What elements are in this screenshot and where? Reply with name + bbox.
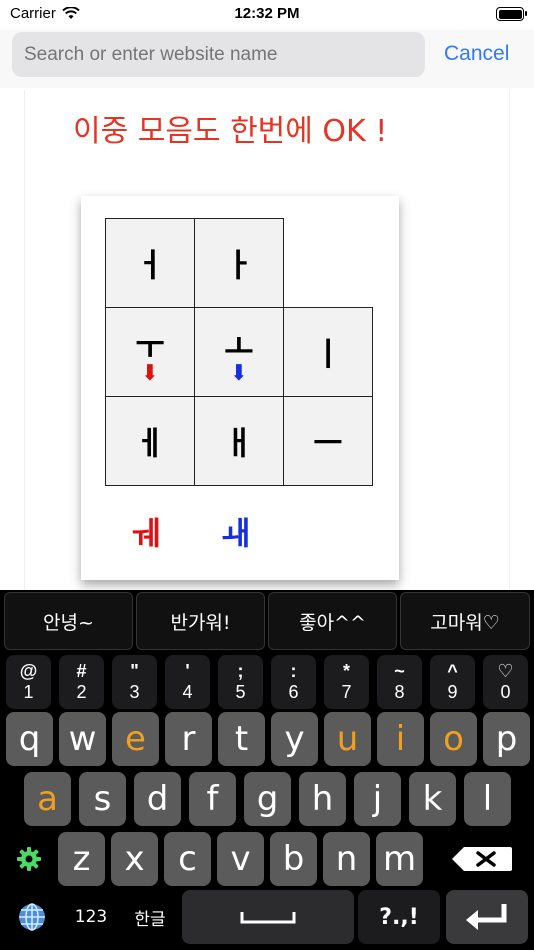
key-t[interactable]: t — [218, 712, 265, 766]
vowel-char: ㅔ — [135, 424, 165, 462]
vowel-cell: ㅗ ⬇ — [194, 307, 284, 397]
phrase-button[interactable]: 반가워! — [136, 592, 265, 650]
vowel-char: ㅡ — [313, 424, 343, 462]
key-l[interactable]: l — [464, 772, 511, 826]
number-key[interactable]: ♡ 0 — [483, 655, 528, 709]
vowel-char: ㅏ — [224, 246, 254, 284]
key-i[interactable]: i — [377, 712, 424, 766]
number-key[interactable]: @1 — [6, 655, 51, 709]
combined-vowel-blue: ㅙ — [221, 514, 251, 552]
phrase-button[interactable]: 안녕~ — [4, 592, 133, 650]
keyboard: 안녕~ 반가워! 좋아^^ 고마워♡ @1 #2 " 3 ' 4 ; 5 :6 * 7 … — [0, 590, 534, 950]
key-z[interactable]: z — [58, 832, 105, 886]
vowel-cell: ㅡ — [283, 396, 373, 486]
browser-search-bar: Cancel — [0, 30, 534, 88]
backspace-icon — [452, 847, 512, 871]
mode-123-button[interactable]: 123 — [64, 890, 118, 944]
punctuation-key[interactable]: ?.,! — [358, 890, 440, 944]
globe-button[interactable] — [8, 890, 56, 944]
number-key[interactable]: " 3 — [112, 655, 157, 709]
cancel-button[interactable]: Cancel — [444, 42, 509, 66]
phrase-suggestion-row: 안녕~ 반가워! 좋아^^ 고마워♡ — [0, 590, 534, 652]
number-key[interactable]: ~8 — [377, 655, 422, 709]
phrase-button[interactable]: 고마워♡ — [400, 592, 530, 650]
web-content: 이중 모음도 한번에 OK ! ㅓ ㅏ ㅜ ⬇ ㅗ ⬇ ㅣ ㅔ ㅐ ㅡ ㅞ ㅙ — [0, 90, 534, 590]
down-arrow-icon: ⬇ — [140, 360, 160, 386]
space-bar[interactable] — [182, 890, 354, 944]
gear-icon — [17, 847, 41, 871]
vowel-cell: ㅔ — [105, 396, 195, 486]
vowel-cell: ㅣ — [283, 307, 373, 397]
combined-vowel-red: ㅞ — [131, 514, 161, 552]
vowel-cell: ㅜ ⬇ — [105, 307, 195, 397]
key-h[interactable]: h — [299, 772, 346, 826]
key-y[interactable]: y — [271, 712, 318, 766]
backspace-button[interactable] — [436, 832, 528, 886]
clock: 12:32 PM — [234, 5, 300, 22]
number-key[interactable]: #2 — [59, 655, 104, 709]
number-key[interactable]: ^ 9 — [430, 655, 475, 709]
battery-icon — [496, 7, 527, 21]
key-g[interactable]: g — [244, 772, 291, 826]
key-r[interactable]: r — [165, 712, 212, 766]
key-e[interactable]: e — [112, 712, 159, 766]
vowel-char: ㅓ — [135, 246, 165, 284]
down-arrow-icon: ⬇ — [229, 360, 249, 386]
number-key[interactable]: ; 5 — [218, 655, 263, 709]
key-j[interactable]: j — [354, 772, 401, 826]
globe-icon — [19, 903, 45, 931]
phrase-button[interactable]: 좋아^^ — [268, 592, 397, 650]
key-m[interactable]: m — [376, 832, 423, 886]
key-a[interactable]: a — [24, 772, 71, 826]
key-w[interactable]: w — [59, 712, 106, 766]
key-b[interactable]: b — [270, 832, 317, 886]
search-input[interactable] — [12, 32, 425, 77]
vowel-cell: ㅏ — [194, 218, 284, 308]
return-button[interactable] — [446, 890, 528, 944]
key-s[interactable]: s — [79, 772, 126, 826]
settings-button[interactable] — [6, 832, 52, 886]
number-key[interactable]: :6 — [271, 655, 316, 709]
number-key[interactable]: ' 4 — [165, 655, 210, 709]
return-icon — [466, 904, 507, 930]
status-bar: Carrier 12:32 PM — [0, 0, 534, 30]
vowel-char: ㅣ — [313, 335, 343, 373]
number-key[interactable]: * 7 — [324, 655, 369, 709]
key-u[interactable]: u — [324, 712, 371, 766]
key-v[interactable]: v — [217, 832, 264, 886]
key-o[interactable]: o — [430, 712, 477, 766]
key-f[interactable]: f — [189, 772, 236, 826]
page-frame: 이중 모음도 한번에 OK ! ㅓ ㅏ ㅜ ⬇ ㅗ ⬇ ㅣ ㅔ ㅐ ㅡ ㅞ ㅙ — [24, 90, 510, 590]
page-headline: 이중 모음도 한번에 OK ! — [73, 114, 388, 149]
hangul-mode-button[interactable]: 한글 — [122, 890, 178, 944]
vowel-diagram-card: ㅓ ㅏ ㅜ ⬇ ㅗ ⬇ ㅣ ㅔ ㅐ ㅡ ㅞ ㅙ — [81, 196, 399, 580]
key-k[interactable]: k — [409, 772, 456, 826]
space-icon — [240, 912, 296, 924]
vowel-char: ㅐ — [224, 424, 254, 462]
key-p[interactable]: p — [483, 712, 530, 766]
key-c[interactable]: c — [164, 832, 211, 886]
vowel-cell: ㅐ — [194, 396, 284, 486]
key-n[interactable]: n — [323, 832, 370, 886]
key-x[interactable]: x — [111, 832, 158, 886]
key-q[interactable]: q — [6, 712, 53, 766]
key-d[interactable]: d — [134, 772, 181, 826]
vowel-cell: ㅓ — [105, 218, 195, 308]
